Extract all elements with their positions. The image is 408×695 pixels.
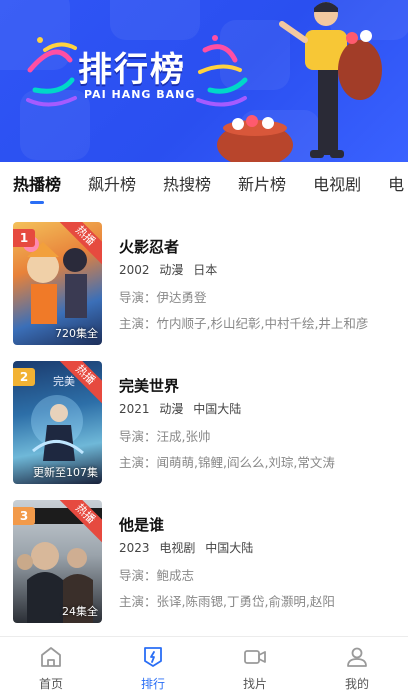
nav-label: 首页 [38,677,63,691]
item-director: 导演：鲍成志 [119,568,195,583]
episode-count: 720集全 [55,327,98,340]
item-title[interactable]: 火影忍者 [119,236,404,258]
item-genre: 动漫 [159,263,184,277]
nav-item-profile[interactable]: 我的 [306,637,408,695]
item-info: 完美世界 2021 动漫 中国大陆 导演：汪成,张帅 主演：闻萌萌,锦鲤,阎么么… [119,375,404,470]
item-year: 2023 [119,541,150,555]
item-title[interactable]: 完美世界 [119,375,404,397]
poster-image[interactable]: 1 热播 720集全 [13,222,102,345]
banner-subtitle: PAI HANG BANG [84,88,196,101]
item-info: 火影忍者 2002 动漫 日本 导演：伊达勇登 主演：竹内顺子,杉山纪彰,中村千… [119,236,404,331]
svg-text:完美: 完美 [53,374,75,388]
poster-image[interactable]: 3 热播 24集全 [13,500,102,623]
rank-badge: 3 [13,507,35,525]
list-item[interactable]: 1 热播 720集全 火影忍者 2002 动漫 日本 导演：伊达勇登 主演：竹内… [0,212,408,351]
banner-illustration [26,2,382,162]
item-director: 导演：汪成,张帅 [119,429,211,444]
item-cast: 主演：闻萌萌,锦鲤,阎么么,刘琮,常文涛 [119,455,335,470]
episode-count: 24集全 [62,605,98,618]
item-region: 日本 [193,263,218,277]
item-region: 中国大陆 [205,541,254,555]
nav-label: 找片 [242,677,267,691]
list-item[interactable]: 3 热播 24集全 他是谁 2023 电视剧 中国大陆 导演：鲍成志 主演：张译… [0,490,408,629]
list-item[interactable]: 完美 2 热播 更新至107集 完美世界 2021 动漫 中国大陆 导演：汪成,… [0,351,408,490]
home-icon [41,647,61,667]
ranking-list: 1 热播 720集全 火影忍者 2002 动漫 日本 导演：伊达勇登 主演：竹内… [0,212,408,629]
nav-label: 我的 [344,677,369,691]
item-title[interactable]: 他是谁 [119,514,404,536]
ranking-banner: 排行榜 PAI HANG BANG [0,0,408,162]
item-director: 导演：伊达勇登 [119,290,207,305]
bottom-nav: 首页 排行 找片 我的 [0,636,408,695]
tab-hot-search[interactable]: 热搜榜 [163,165,211,201]
item-region: 中国大陆 [193,402,242,416]
item-cast: 主演：竹内顺子,杉山纪彰,中村千绘,井上和彦 [119,316,369,331]
item-genre: 电视剧 [159,541,196,555]
rank-badge: 2 [13,368,35,386]
nav-label: 排行 [140,677,165,691]
tab-hot-play[interactable]: 热播榜 [13,165,61,201]
item-info: 他是谁 2023 电视剧 中国大陆 导演：鲍成志 主演：张译,陈雨锶,丁勇岱,俞… [119,514,404,609]
tab-rising[interactable]: 飙升榜 [88,165,136,201]
nav-item-find[interactable]: 找片 [204,637,306,695]
item-meta: 2023 电视剧 中国大陆 [119,539,404,557]
item-genre: 动漫 [159,402,184,416]
item-meta: 2021 动漫 中国大陆 [119,400,404,418]
user-icon [347,647,367,667]
item-meta: 2002 动漫 日本 [119,261,404,279]
tab-new-release[interactable]: 新片榜 [238,165,286,201]
ranking-icon [144,647,162,667]
banner-title: 排行榜 [78,50,186,90]
item-year: 2021 [119,402,150,416]
nav-item-home[interactable]: 首页 [0,637,102,695]
item-cast: 主演：张译,陈雨锶,丁勇岱,俞灏明,赵阳 [119,594,335,609]
video-camera-icon [244,650,266,664]
item-year: 2002 [119,263,150,277]
ranking-tabs: 热播榜 飙升榜 热搜榜 新片榜 电视剧 电 [0,162,408,204]
tab-tv-series[interactable]: 电视剧 [313,165,361,201]
nav-item-ranking[interactable]: 排行 [102,637,204,695]
episode-count: 更新至107集 [33,466,98,479]
rank-badge: 1 [13,229,35,247]
poster-image[interactable]: 完美 2 热播 更新至107集 [13,361,102,484]
tab-more[interactable]: 电 [388,165,404,201]
